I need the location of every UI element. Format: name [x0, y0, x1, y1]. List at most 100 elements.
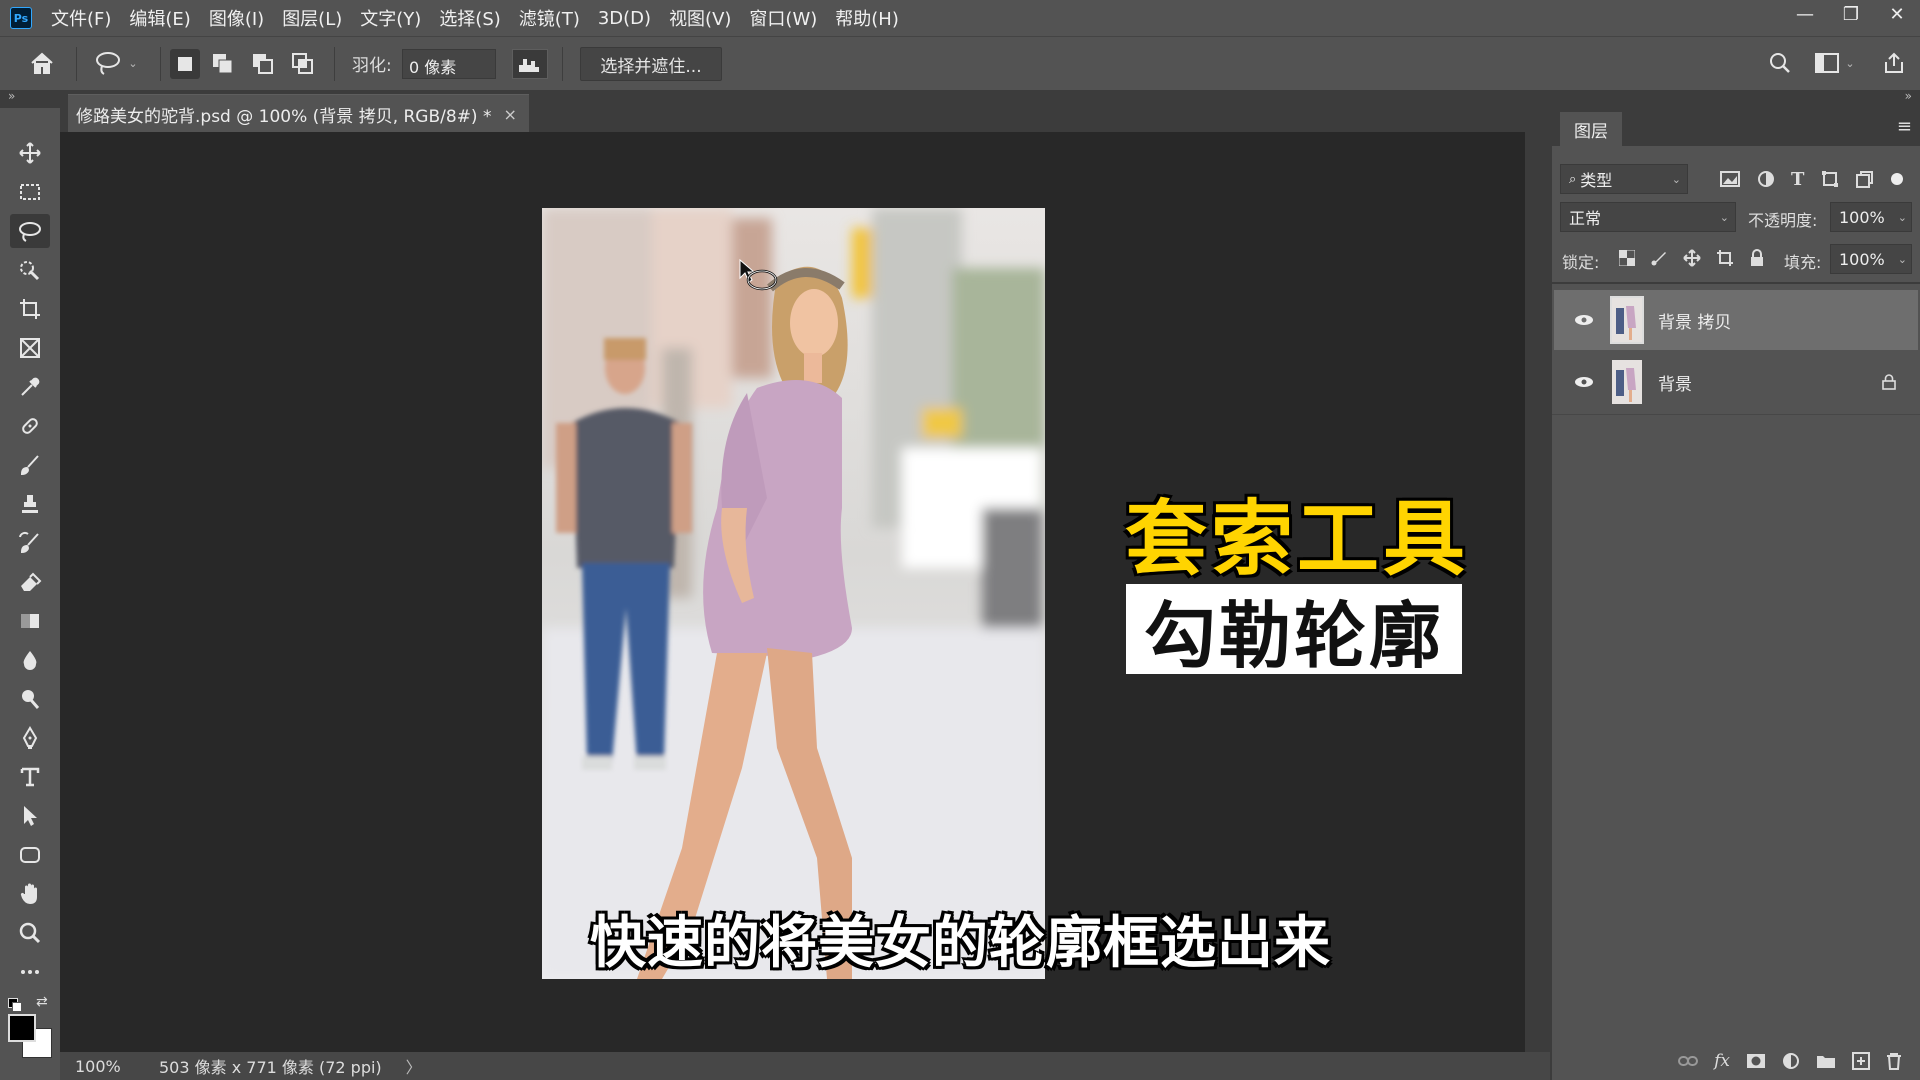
visibility-toggle[interactable]	[1568, 376, 1600, 388]
layer-name: 背景 拷贝	[1658, 312, 1732, 333]
move-tool[interactable]	[10, 136, 50, 170]
workspace-switcher[interactable]: ⌄	[1810, 45, 1860, 81]
adjustment-filter-icon[interactable]	[1757, 170, 1775, 188]
lasso-icon	[96, 52, 121, 75]
new-group-icon[interactable]	[1816, 1053, 1836, 1069]
tool-preset-picker[interactable]: ⌄	[88, 45, 144, 81]
menu-edit[interactable]: 编辑(E)	[120, 5, 199, 31]
menu-help[interactable]: 帮助(H)	[826, 5, 908, 31]
menu-file[interactable]: 文件(F)	[42, 5, 120, 31]
swap-colors-icon[interactable]: ⇄	[36, 994, 48, 1010]
add-mask-icon[interactable]	[1746, 1053, 1766, 1069]
eraser-tool[interactable]	[10, 565, 50, 599]
lock-label: 锁定:	[1562, 253, 1600, 272]
feather-label: 羽化:	[352, 56, 392, 76]
layer-row-background-copy[interactable]: 背景 拷贝	[1554, 290, 1918, 350]
smart-object-filter-icon[interactable]	[1855, 170, 1874, 188]
document-image[interactable]	[542, 208, 1045, 979]
eyedropper-tool[interactable]	[10, 370, 50, 404]
history-brush-tool[interactable]	[10, 526, 50, 560]
quick-selection-tool[interactable]	[10, 253, 50, 287]
foreground-color-swatch[interactable]	[8, 1014, 36, 1042]
collapse-panels-icon[interactable]: »	[1905, 89, 1912, 103]
stamp-tool[interactable]	[10, 487, 50, 521]
lasso-tool[interactable]	[10, 214, 50, 248]
add-to-selection-button[interactable]	[208, 49, 238, 79]
new-selection-icon	[178, 57, 192, 71]
lock-pixels-icon[interactable]	[1650, 249, 1668, 267]
blur-tool[interactable]	[10, 643, 50, 677]
crop-tool[interactable]	[10, 292, 50, 326]
anti-alias-toggle[interactable]	[512, 49, 548, 79]
document-tab[interactable]: 修路美女的驼背.psd @ 100% (背景 拷贝, RGB/8#) * ×	[68, 94, 529, 133]
adjustment-layer-icon[interactable]	[1782, 1052, 1800, 1070]
subtract-selection-button[interactable]	[248, 49, 278, 79]
close-window-button[interactable]: ✕	[1874, 0, 1920, 28]
layer-row-background[interactable]: 背景	[1554, 352, 1918, 412]
vertical-scrollbar[interactable]	[1525, 132, 1550, 1052]
select-and-mask-button[interactable]: 选择并遮住...	[580, 47, 722, 81]
minimize-button[interactable]: —	[1782, 0, 1828, 28]
status-menu-arrow[interactable]: 〉	[406, 1054, 422, 1078]
lock-position-icon[interactable]	[1683, 249, 1701, 267]
gradient-tool[interactable]	[10, 604, 50, 638]
more-tools[interactable]	[10, 955, 50, 989]
menu-filter[interactable]: 滤镜(T)	[510, 5, 589, 31]
menu-window[interactable]: 窗口(W)	[740, 5, 826, 31]
lock-all-icon[interactable]	[1749, 249, 1765, 267]
restore-button[interactable]: ❐	[1828, 0, 1874, 28]
filter-toggle-icon[interactable]	[1890, 172, 1904, 186]
chevron-down-icon: ⌄	[1897, 252, 1907, 266]
tab-layers[interactable]: 图层	[1560, 112, 1622, 146]
menu-layer[interactable]: 图层(L)	[273, 5, 351, 31]
home-button[interactable]	[22, 45, 62, 81]
status-bar: 100% 503 像素 x 771 像素 (72 ppi) 〉	[60, 1052, 1550, 1080]
lasso-icon	[19, 222, 41, 242]
feather-input[interactable]: 0 像素	[402, 49, 496, 79]
marquee-tool[interactable]	[10, 175, 50, 209]
panel-menu-icon[interactable]: ≡	[1897, 116, 1912, 137]
fill-input[interactable]: 100% ⌄	[1830, 244, 1912, 274]
close-tab-icon[interactable]: ×	[503, 105, 516, 124]
path-selection-tool[interactable]	[10, 799, 50, 833]
search-button[interactable]	[1762, 45, 1798, 81]
menu-bar: Ps 文件(F) 编辑(E) 图像(I) 图层(L) 文字(Y) 选择(S) 滤…	[0, 0, 1920, 36]
pixel-filter-icon[interactable]	[1720, 171, 1741, 187]
share-button[interactable]	[1876, 45, 1912, 81]
lock-transparent-icon[interactable]	[1619, 250, 1636, 266]
delete-layer-icon[interactable]	[1886, 1052, 1902, 1070]
pen-tool[interactable]	[10, 721, 50, 755]
document-tab-title: 修路美女的驼背.psd @ 100% (背景 拷贝, RGB/8#) *	[76, 106, 492, 127]
menu-select[interactable]: 选择(S)	[430, 5, 509, 31]
zoom-tool[interactable]	[10, 916, 50, 950]
layer-name: 背景	[1658, 374, 1692, 395]
menu-image[interactable]: 图像(I)	[200, 5, 273, 31]
type-filter-icon[interactable]: T	[1791, 169, 1804, 190]
brush-tool[interactable]	[10, 448, 50, 482]
link-layers-icon[interactable]	[1678, 1055, 1699, 1067]
expand-toolbar-icon[interactable]: »	[8, 89, 15, 103]
opacity-input[interactable]: 100% ⌄	[1830, 202, 1912, 232]
healing-tool[interactable]	[10, 409, 50, 443]
default-colors-icon[interactable]	[8, 998, 22, 1012]
dodge-tool[interactable]	[10, 682, 50, 716]
new-selection-button[interactable]	[170, 49, 200, 79]
frame-tool[interactable]	[10, 331, 50, 365]
brush-icon	[20, 455, 39, 476]
new-layer-icon[interactable]	[1852, 1052, 1870, 1070]
menu-type[interactable]: 文字(Y)	[351, 5, 430, 31]
intersect-selection-button[interactable]	[288, 49, 318, 79]
menu-3d[interactable]: 3D(D)	[589, 8, 660, 29]
layer-filter-dropdown[interactable]: ⌕ 类型 ⌄	[1560, 164, 1688, 194]
blend-mode-dropdown[interactable]: 正常 ⌄	[1560, 202, 1736, 232]
type-icon	[20, 767, 40, 787]
type-tool[interactable]	[10, 760, 50, 794]
hand-tool[interactable]	[10, 877, 50, 911]
fx-icon[interactable]: fx	[1714, 1051, 1730, 1071]
shape-tool[interactable]	[10, 838, 50, 872]
visibility-toggle[interactable]	[1568, 314, 1600, 326]
menu-view[interactable]: 视图(V)	[660, 5, 740, 31]
zoom-level[interactable]: 100%	[75, 1057, 145, 1076]
lock-artboard-icon[interactable]	[1716, 249, 1734, 267]
shape-filter-icon[interactable]	[1821, 170, 1839, 188]
